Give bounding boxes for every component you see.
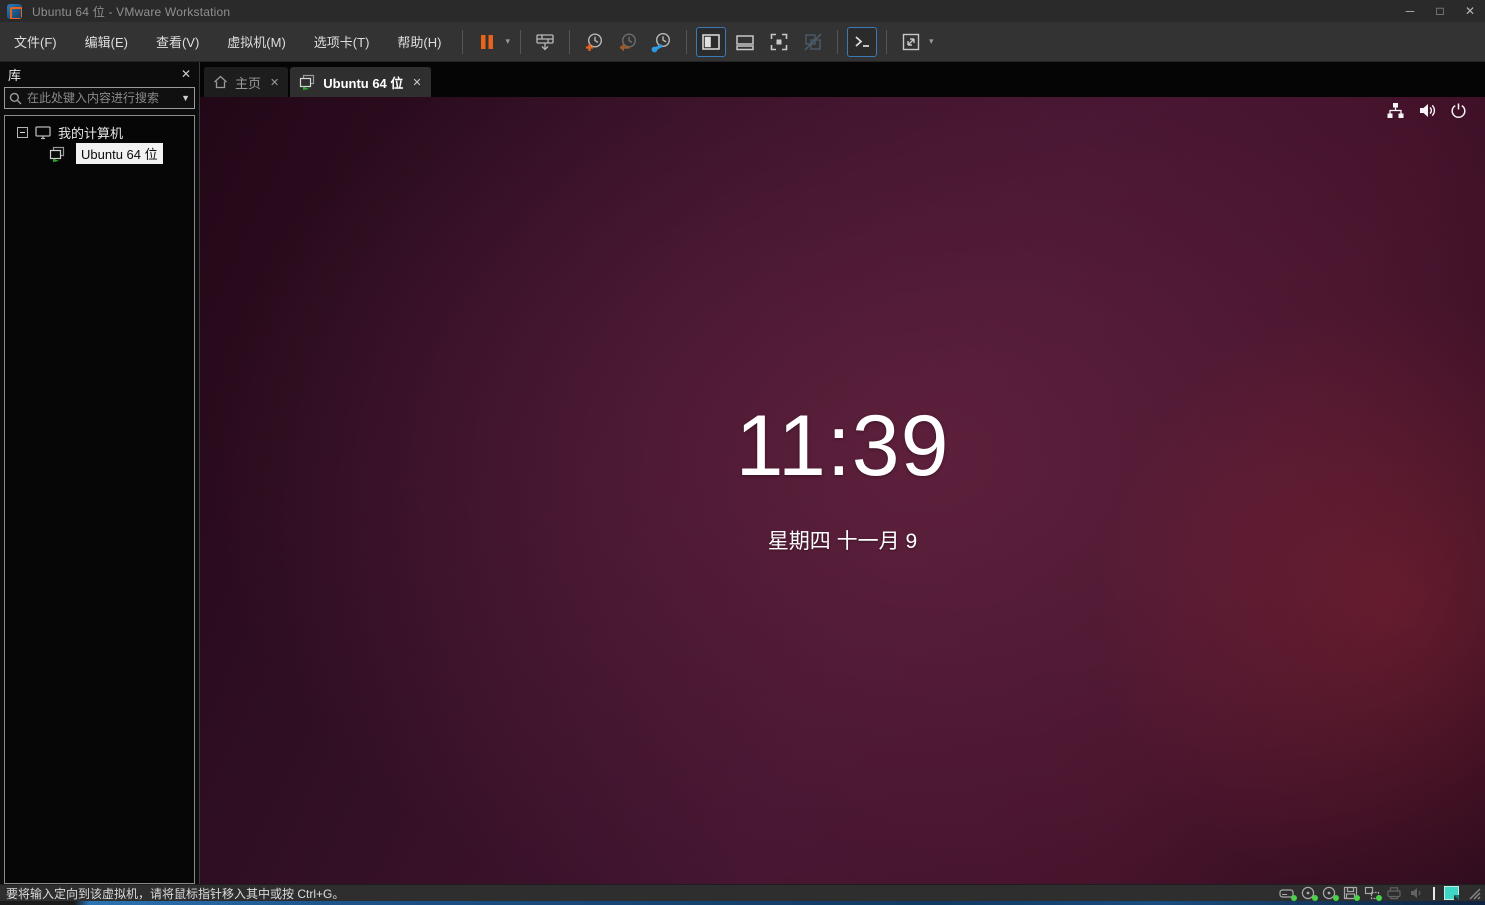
library-sidebar: 库 ✕ ▼: [0, 62, 200, 884]
pause-icon: [477, 32, 497, 52]
toolbar-separator: [520, 30, 521, 54]
device-connected-dot: [1333, 895, 1339, 901]
console-view-icon: [851, 31, 873, 53]
show-thumbnail-bar-button[interactable]: [730, 27, 760, 57]
window-controls: ─ □ ✕: [1395, 0, 1485, 22]
library-close-icon[interactable]: ✕: [181, 67, 191, 81]
guest-display[interactable]: 11:39 星期四 十一月 9: [200, 97, 1485, 884]
maximize-button[interactable]: □: [1425, 0, 1455, 22]
tab-label: Ubuntu 64 位: [323, 73, 403, 92]
fullscreen-button[interactable]: [764, 27, 794, 57]
take-snapshot-icon: [583, 31, 605, 53]
fullscreen-icon: [768, 31, 790, 53]
search-icon: [9, 92, 22, 105]
pause-dropdown-arrow[interactable]: ▾: [505, 36, 510, 47]
lock-screen-date: 星期四 十一月 9: [200, 525, 1485, 555]
cd-drive-icon[interactable]: [1301, 886, 1316, 900]
take-snapshot-button[interactable]: [579, 27, 609, 57]
hard-disk-icon[interactable]: [1279, 886, 1295, 900]
send-ctrl-alt-del-icon: [534, 31, 556, 53]
tab-label: 主页: [235, 73, 261, 92]
tree-item-label: 我的计算机: [58, 123, 123, 142]
resize-grip[interactable]: [1467, 886, 1481, 900]
search-input[interactable]: [27, 91, 181, 105]
tab-close-icon[interactable]: ✕: [270, 76, 279, 89]
device-connected-dot: [1354, 895, 1360, 901]
revert-snapshot-icon: [617, 31, 639, 53]
toolbar-separator: [886, 30, 887, 54]
printer-icon[interactable]: [1386, 886, 1402, 900]
fit-guest-dropdown-arrow[interactable]: ▾: [929, 36, 934, 47]
vm-tab-icon: [299, 74, 316, 90]
sound-icon[interactable]: [1408, 886, 1424, 900]
fit-guest-icon: [900, 31, 922, 53]
unity-mode-icon: [802, 31, 824, 53]
fit-guest-button[interactable]: [896, 27, 926, 57]
toolbar-separator: [569, 30, 570, 54]
computer-icon: [34, 125, 52, 140]
network-adapter-icon[interactable]: [1364, 886, 1380, 900]
lock-screen-clock: 11:39: [200, 397, 1485, 496]
status-message: 要将输入定向到该虚拟机，请将鼠标指针移入其中或按 Ctrl+G。: [0, 885, 344, 902]
device-status-icons: [1279, 886, 1485, 900]
floppy-icon[interactable]: [1343, 886, 1358, 900]
menu-file[interactable]: 文件(F): [0, 22, 71, 61]
windows-taskbar-edge: [0, 901, 1485, 905]
revert-snapshot-button[interactable]: [613, 27, 643, 57]
send-ctrl-alt-del-button[interactable]: [530, 27, 560, 57]
device-connected-dot: [1312, 895, 1318, 901]
status-separator: [1433, 887, 1435, 900]
library-title: 库: [8, 65, 21, 84]
close-button[interactable]: ✕: [1455, 0, 1485, 22]
menu-toolbar-row: 文件(F) 编辑(E) 查看(V) 虚拟机(M) 选项卡(T) 帮助(H) ▾: [0, 22, 1485, 62]
minimize-button[interactable]: ─: [1395, 0, 1425, 22]
tabbar: 主页 ✕ Ubuntu 64 位 ✕: [200, 62, 1485, 97]
library-header: 库 ✕: [0, 62, 199, 86]
vmware-workstation-window: Ubuntu 64 位 - VMware Workstation ─ □ ✕ 文…: [0, 0, 1485, 905]
collapse-expander-icon[interactable]: [17, 127, 28, 138]
tree-item-my-computer[interactable]: 我的计算机: [5, 122, 194, 143]
show-library-icon: [700, 31, 722, 53]
library-tree: 我的计算机 Ubuntu 64 位: [4, 115, 195, 884]
tab-ubuntu-vm[interactable]: Ubuntu 64 位 ✕: [290, 67, 430, 97]
menu-edit[interactable]: 编辑(E): [71, 22, 142, 61]
toolbar-separator: [686, 30, 687, 54]
menu-vm[interactable]: 虚拟机(M): [213, 22, 300, 61]
home-icon: [213, 75, 228, 89]
volume-icon[interactable]: [1418, 102, 1437, 119]
device-connected-dot: [1376, 895, 1382, 901]
vmware-logo-icon: [7, 4, 22, 19]
menu-view[interactable]: 查看(V): [142, 22, 213, 61]
snapshot-manager-icon: [651, 31, 673, 53]
library-search-box[interactable]: ▼: [4, 87, 195, 109]
window-title: Ubuntu 64 位 - VMware Workstation: [32, 3, 230, 20]
tab-close-icon[interactable]: ✕: [412, 76, 421, 89]
statusbar: 要将输入定向到该虚拟机，请将鼠标指针移入其中或按 Ctrl+G。: [0, 884, 1485, 901]
content-area: 库 ✕ ▼: [0, 62, 1485, 884]
console-view-button[interactable]: [847, 27, 877, 57]
show-thumbnail-bar-icon: [734, 31, 756, 53]
pause-button[interactable]: [472, 27, 502, 57]
network-icon[interactable]: [1386, 102, 1405, 119]
vm-powered-on-icon: [49, 146, 66, 162]
menu-help[interactable]: 帮助(H): [383, 22, 455, 61]
toolbar-separator: [462, 30, 463, 54]
main-area: 主页 ✕ Ubuntu 64 位 ✕: [200, 62, 1485, 884]
message-log-icon[interactable]: [1444, 886, 1459, 900]
toolbar-separator: [837, 30, 838, 54]
tree-item-ubuntu-vm[interactable]: Ubuntu 64 位: [5, 143, 194, 164]
tab-home[interactable]: 主页 ✕: [204, 67, 288, 97]
search-dropdown-icon[interactable]: ▼: [181, 93, 190, 103]
show-library-button[interactable]: [696, 27, 726, 57]
tree-item-label-selected: Ubuntu 64 位: [76, 143, 163, 164]
snapshot-manager-button[interactable]: [647, 27, 677, 57]
power-icon[interactable]: [1450, 102, 1467, 119]
menu-tabs[interactable]: 选项卡(T): [300, 22, 384, 61]
device-connected-dot: [1291, 895, 1297, 901]
unity-mode-button[interactable]: [798, 27, 828, 57]
cd-drive-2-icon[interactable]: [1322, 886, 1337, 900]
titlebar: Ubuntu 64 位 - VMware Workstation ─ □ ✕: [0, 0, 1485, 22]
guest-indicator-bar: [1386, 102, 1467, 119]
